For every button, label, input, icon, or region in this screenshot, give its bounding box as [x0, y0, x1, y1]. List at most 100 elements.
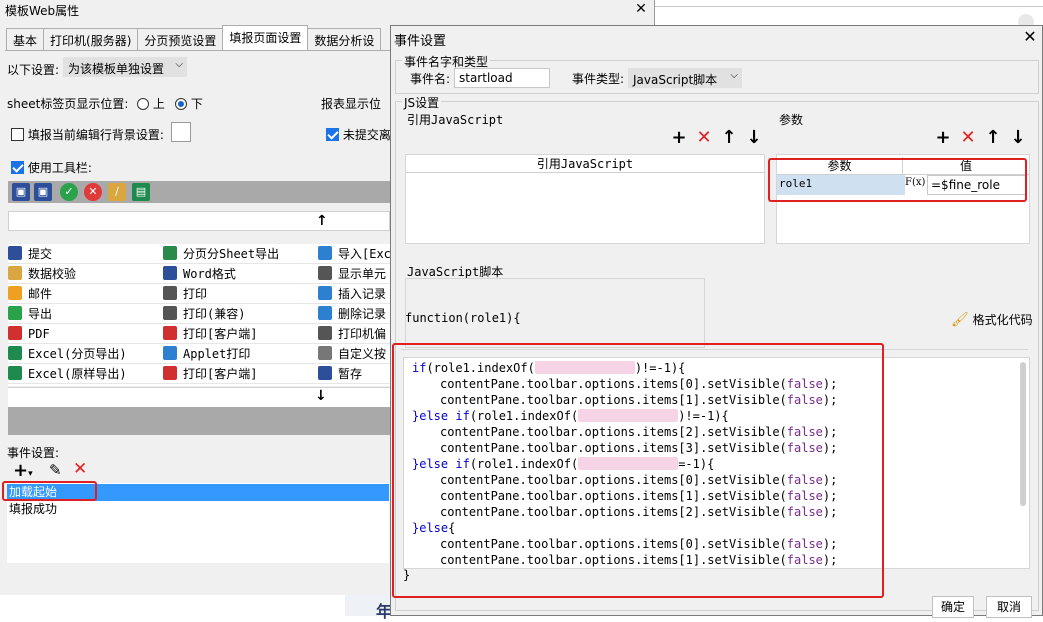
radio-top-circle[interactable] — [137, 98, 149, 110]
close-icon[interactable]: ✕ — [1021, 28, 1039, 46]
ref-js-table: 引用JavaScript — [405, 154, 765, 244]
toolbar-item[interactable]: Excel(原样导出) — [8, 364, 163, 384]
toolbar-item[interactable]: 提交 — [8, 244, 163, 264]
format-code-button[interactable]: 🖌 格式化代码 — [951, 311, 1033, 328]
toolbar-item[interactable]: 打印机偏 — [318, 324, 390, 344]
cancel-button[interactable]: 取消 — [986, 596, 1032, 618]
highlight-box-event — [2, 481, 97, 501]
toolbar-item-label: 打印[客户端] — [183, 327, 258, 341]
dialog-title: 事件设置 — [394, 34, 447, 49]
use-toolbar-checkbox[interactable] — [11, 161, 24, 174]
arrow-up-icon[interactable]: ↑ — [984, 129, 1002, 147]
toolbar-item-icon — [163, 306, 177, 320]
use-toolbar-setting[interactable]: 使用工具栏: — [11, 159, 92, 176]
toolbar-item[interactable]: Word格式 — [163, 264, 318, 284]
event-settings-label: 事件设置: — [7, 446, 60, 460]
format-code-label: 格式化代码 — [972, 313, 1033, 327]
toolbar-item[interactable]: 打印 — [163, 284, 318, 304]
event-type-select[interactable]: JavaScript脚本 ⌵ — [628, 68, 742, 88]
toolbar-item[interactable]: 导入[Exc — [318, 244, 391, 264]
event-item-fill-success[interactable]: 填报成功 — [7, 501, 389, 518]
check-icon[interactable]: ✓ — [60, 183, 78, 201]
toolbar-item[interactable]: Excel(分页导出) — [8, 344, 163, 364]
toolbar-item[interactable]: 打印[客户端] — [163, 364, 318, 384]
code-scrollbar[interactable] — [1020, 362, 1026, 506]
arrow-down-icon[interactable]: ↓ — [745, 129, 763, 147]
no-submit-label: 未提交离 — [342, 128, 391, 142]
arrow-down-icon[interactable]: ↓ — [1009, 129, 1027, 147]
arrow-up-icon[interactable]: ↑ — [316, 213, 328, 229]
tab-printer-server[interactable]: 打印机(服务器) — [43, 28, 139, 50]
toolbar-item[interactable]: 导出 — [8, 304, 163, 324]
toolbar-item[interactable]: 邮件 — [8, 284, 163, 304]
radio-top[interactable]: 上 — [137, 95, 165, 112]
fill-bg-setting[interactable]: 填报当前编辑行背景设置: — [11, 126, 164, 143]
toolbar-item-icon — [163, 246, 177, 260]
excel-icon[interactable]: ▤ — [132, 183, 150, 201]
delete-icon[interactable]: ✕ — [73, 459, 87, 479]
tab-page-preview[interactable]: 分页预览设置 — [137, 28, 224, 50]
toolbar-preview-strip: ▣ ▣ ✓ ✕ / ▤ — [8, 181, 390, 203]
chevron-down-icon: ⌵ — [730, 70, 738, 81]
arrow-up-icon[interactable]: ↑ — [720, 129, 738, 147]
toolbar-item[interactable]: 数据校验 — [8, 264, 163, 284]
toolbar-item[interactable]: 暂存 — [318, 364, 390, 384]
toolbar-item[interactable]: Applet打印 — [163, 344, 318, 364]
ok-button[interactable]: 确定 — [932, 596, 974, 618]
fill-bg-label: 填报当前编辑行背景设置: — [27, 128, 164, 142]
toolbar-item[interactable]: 自定义按 — [318, 344, 390, 364]
settings-label: 以下设置: — [7, 63, 60, 77]
save-icon[interactable]: ▣ — [12, 183, 30, 201]
toolbar-item-icon — [8, 286, 22, 300]
event-name-input[interactable]: startload — [454, 68, 550, 88]
toolbar-move-up-row: ↑ — [8, 211, 390, 231]
toolbar-item-icon — [8, 346, 22, 360]
radio-bottom[interactable]: 下 — [175, 95, 203, 112]
toolbar-item[interactable]: 分页分Sheet导出 — [163, 244, 318, 264]
toolbar-item[interactable]: 打印[客户端] — [163, 324, 318, 344]
group-title: JS设置 — [402, 94, 442, 111]
radio-bottom-circle[interactable] — [175, 98, 187, 110]
tab-basic[interactable]: 基本 — [6, 28, 45, 50]
toolbar-item-icon — [318, 286, 332, 300]
toolbar-item[interactable]: 插入记录 — [318, 284, 390, 304]
event-name-label: 事件名: — [410, 72, 451, 86]
settings-select[interactable]: 为该模板单独设置 ⌵ — [63, 57, 187, 77]
save-as-icon[interactable]: ▣ — [34, 183, 52, 201]
toolbar-item[interactable]: 删除记录 — [318, 304, 390, 324]
add-icon[interactable]: + — [670, 129, 688, 147]
chevron-down-icon: ⌵ — [175, 59, 183, 70]
edit-pencil-icon[interactable]: ✎ — [49, 461, 62, 479]
toolbar-item-icon — [8, 266, 22, 280]
toolbar-item-icon — [163, 366, 177, 380]
arrow-down-icon[interactable]: ↓ — [315, 388, 327, 404]
toolbar-item-label: 暂存 — [338, 367, 363, 381]
toolbar-item-label: 导入[Exc — [338, 247, 391, 261]
delete-icon[interactable]: ✕ — [959, 129, 977, 147]
fill-bg-checkbox[interactable] — [11, 128, 24, 141]
function-signature: function(role1){ — [405, 311, 521, 325]
toolbar-item-label: 打印[客户端] — [183, 367, 258, 381]
toolbar-item[interactable]: PDF — [8, 324, 163, 344]
settings-select-value: 为该模板单独设置 — [68, 62, 165, 76]
tab-fill-page-settings[interactable]: 填报页面设置 — [222, 25, 309, 50]
add-event-icon[interactable]: +▾ — [13, 460, 33, 481]
toolbar-item-label: 数据校验 — [28, 267, 77, 281]
event-name-type-group: 事件名字和类型 事件名: startload 事件类型: JavaScript脚… — [395, 53, 1039, 94]
no-submit-checkbox[interactable] — [326, 128, 339, 141]
toolbar-item-label: Excel(原样导出) — [28, 367, 127, 381]
toolbar-item-label: Word格式 — [183, 267, 236, 281]
toolbar-item[interactable]: 打印(兼容) — [163, 304, 318, 324]
use-toolbar-label: 使用工具栏: — [27, 161, 92, 175]
toolbar-item-label: Applet打印 — [183, 347, 251, 361]
cancel-icon[interactable]: ✕ — [84, 183, 102, 201]
brush-icon[interactable]: / — [108, 183, 126, 201]
no-submit-setting[interactable]: 未提交离 — [326, 126, 391, 143]
paint-bucket-icon[interactable] — [171, 122, 191, 142]
add-icon[interactable]: + — [934, 129, 952, 147]
toolbar-item[interactable]: 显示单元 — [318, 264, 390, 284]
close-icon[interactable]: ✕ — [632, 0, 650, 18]
tab-data-analysis[interactable]: 数据分析设 — [307, 28, 382, 50]
delete-icon[interactable]: ✕ — [695, 129, 713, 147]
params-label: 参数 — [779, 113, 804, 127]
